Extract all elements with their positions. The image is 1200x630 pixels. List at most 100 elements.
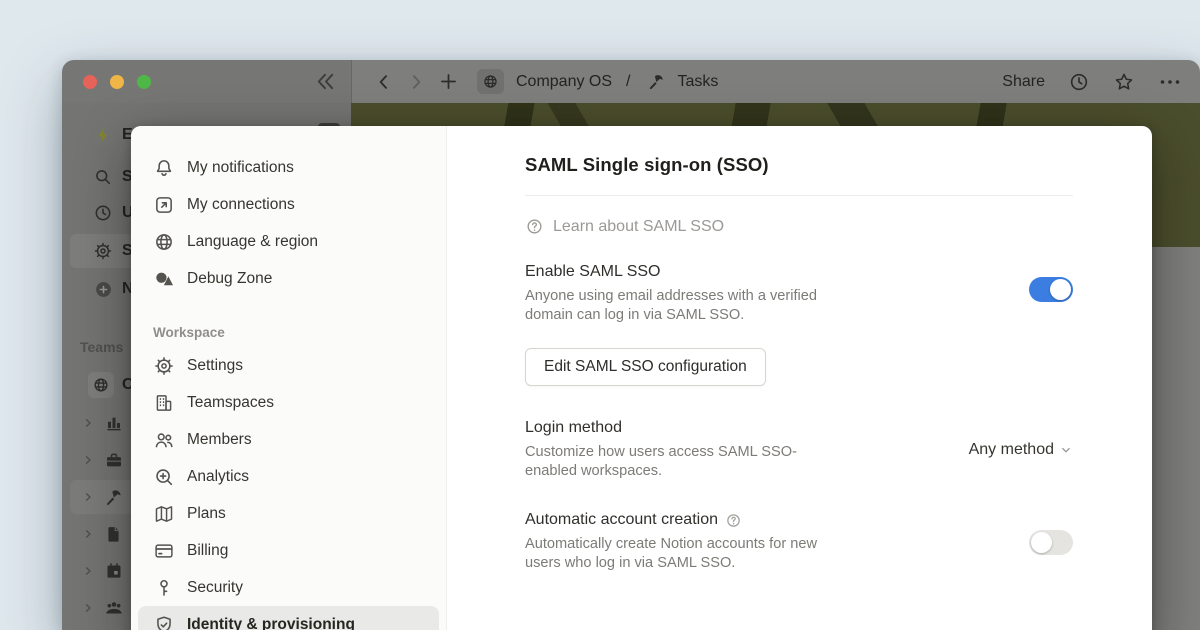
login-method-section: Login method Customize how users access … xyxy=(525,419,1073,481)
new-tab-icon[interactable] xyxy=(438,71,459,92)
breadcrumb-page[interactable]: Tasks xyxy=(678,73,719,91)
auto-account-heading: Automatic account creation xyxy=(525,511,718,529)
settings-nav-label: My notifications xyxy=(187,159,294,177)
titlebar: Company OS / Tasks Share xyxy=(62,60,1200,103)
minimize-window-button[interactable] xyxy=(110,75,124,89)
workspace-section-header: Workspace xyxy=(131,321,446,345)
lightning-icon xyxy=(93,125,114,146)
settings-nav-plans[interactable]: Plans xyxy=(138,495,439,532)
bar-chart-icon xyxy=(104,413,124,433)
chevron-right-icon[interactable] xyxy=(82,417,94,429)
collapse-sidebar-icon[interactable] xyxy=(314,70,337,93)
close-window-button[interactable] xyxy=(83,75,97,89)
settings-sidebar: My notifications My connections Language… xyxy=(131,126,447,630)
auto-account-description: Automatically create Notion accounts for… xyxy=(525,535,830,573)
map-icon xyxy=(153,503,175,525)
login-method-dropdown[interactable]: Any method xyxy=(969,441,1073,459)
login-method-value: Any method xyxy=(969,441,1054,459)
auto-account-section: Automatic account creation Automatically… xyxy=(525,511,1073,573)
settings-nav-label: Analytics xyxy=(187,468,249,486)
desktop-background: Company OS / Tasks Share xyxy=(0,0,1200,630)
more-options-icon[interactable] xyxy=(1158,70,1182,94)
settings-nav-label: My connections xyxy=(187,196,295,214)
settings-nav-teamspaces[interactable]: Teamspaces xyxy=(138,384,439,421)
share-button[interactable]: Share xyxy=(1002,73,1045,91)
auto-account-toggle[interactable] xyxy=(1029,530,1073,555)
chevron-down-icon xyxy=(1059,443,1073,457)
forward-icon[interactable] xyxy=(406,72,426,92)
settings-nav-debug-zone[interactable]: Debug Zone xyxy=(138,260,439,297)
gear-icon xyxy=(93,241,113,261)
divider xyxy=(525,195,1073,196)
settings-nav-analytics[interactable]: Analytics xyxy=(138,458,439,495)
globe-icon xyxy=(88,372,114,398)
traffic-lights xyxy=(83,75,151,89)
settings-nav-label: Security xyxy=(187,579,243,597)
settings-nav-identity-provisioning[interactable]: Identity & provisioning xyxy=(138,606,439,630)
gear-icon xyxy=(153,355,175,377)
clock-icon[interactable] xyxy=(1068,71,1090,93)
titlebar-sidebar-section xyxy=(62,60,352,103)
teams-section-header: Teams xyxy=(80,339,123,355)
shield-check-icon xyxy=(153,614,175,630)
globe-icon xyxy=(153,231,175,253)
chevron-right-icon[interactable] xyxy=(82,602,94,614)
settings-nav-label: Debug Zone xyxy=(187,270,272,288)
bell-icon xyxy=(153,157,175,179)
hammer-icon xyxy=(647,72,666,91)
enable-saml-heading: Enable SAML SSO xyxy=(525,263,830,281)
key-icon xyxy=(153,577,175,599)
people-icon xyxy=(104,598,124,618)
settings-nav-security[interactable]: Security xyxy=(138,569,439,606)
breadcrumb-workspace[interactable]: Company OS xyxy=(516,73,612,91)
credit-card-icon xyxy=(153,540,175,562)
plus-circle-icon xyxy=(93,279,114,300)
chevron-right-icon[interactable] xyxy=(82,454,94,466)
settings-nav-my-connections[interactable]: My connections xyxy=(138,186,439,223)
clock-icon xyxy=(93,203,113,223)
settings-nav-my-notifications[interactable]: My notifications xyxy=(138,149,439,186)
settings-nav-settings[interactable]: Settings xyxy=(138,347,439,384)
settings-nav-label: Language & region xyxy=(187,233,318,251)
toolbox-icon xyxy=(104,450,124,470)
edit-saml-config-button[interactable]: Edit SAML SSO configuration xyxy=(525,348,766,386)
star-icon[interactable] xyxy=(1113,71,1135,93)
building-icon xyxy=(153,392,175,414)
settings-dialog: My notifications My connections Language… xyxy=(131,126,1152,630)
settings-nav-label: Members xyxy=(187,431,252,449)
help-circle-icon[interactable] xyxy=(725,512,742,529)
search-icon xyxy=(93,167,113,187)
breadcrumb-separator: / xyxy=(626,73,630,91)
settings-nav-label: Plans xyxy=(187,505,226,523)
settings-nav-language-region[interactable]: Language & region xyxy=(138,223,439,260)
settings-nav-members[interactable]: Members xyxy=(138,421,439,458)
help-circle-icon xyxy=(525,217,544,236)
workspace-globe-icon[interactable] xyxy=(477,69,504,94)
settings-nav-label: Identity & provisioning xyxy=(187,616,355,630)
back-icon[interactable] xyxy=(374,72,394,92)
zoom-window-button[interactable] xyxy=(137,75,151,89)
settings-nav-label: Billing xyxy=(187,542,228,560)
hammer-icon xyxy=(104,487,124,507)
learn-link-label: Learn about SAML SSO xyxy=(553,218,724,236)
settings-nav-label: Settings xyxy=(187,357,243,375)
toggle-knob xyxy=(1050,279,1071,300)
enable-saml-toggle[interactable] xyxy=(1029,277,1073,302)
chevron-right-icon[interactable] xyxy=(82,491,94,503)
chevron-right-icon[interactable] xyxy=(82,565,94,577)
enable-saml-section: Enable SAML SSO Anyone using email addre… xyxy=(525,263,1073,325)
page-title: SAML Single sign-on (SSO) xyxy=(525,154,1073,176)
chevron-right-icon[interactable] xyxy=(82,528,94,540)
magnifier-plus-icon xyxy=(153,466,175,488)
titlebar-actions: Share xyxy=(1002,70,1190,94)
settings-nav-billing[interactable]: Billing xyxy=(138,532,439,569)
calendar-icon xyxy=(104,561,124,581)
settings-nav-label: Teamspaces xyxy=(187,394,274,412)
settings-content: SAML Single sign-on (SSO) Learn about SA… xyxy=(447,126,1152,630)
people-icon xyxy=(153,429,175,451)
toggle-knob xyxy=(1031,532,1052,553)
arrow-up-right-icon xyxy=(153,194,175,216)
learn-about-saml-link[interactable]: Learn about SAML SSO xyxy=(525,217,1073,236)
enable-saml-description: Anyone using email addresses with a veri… xyxy=(525,287,830,325)
shapes-icon xyxy=(153,268,175,290)
